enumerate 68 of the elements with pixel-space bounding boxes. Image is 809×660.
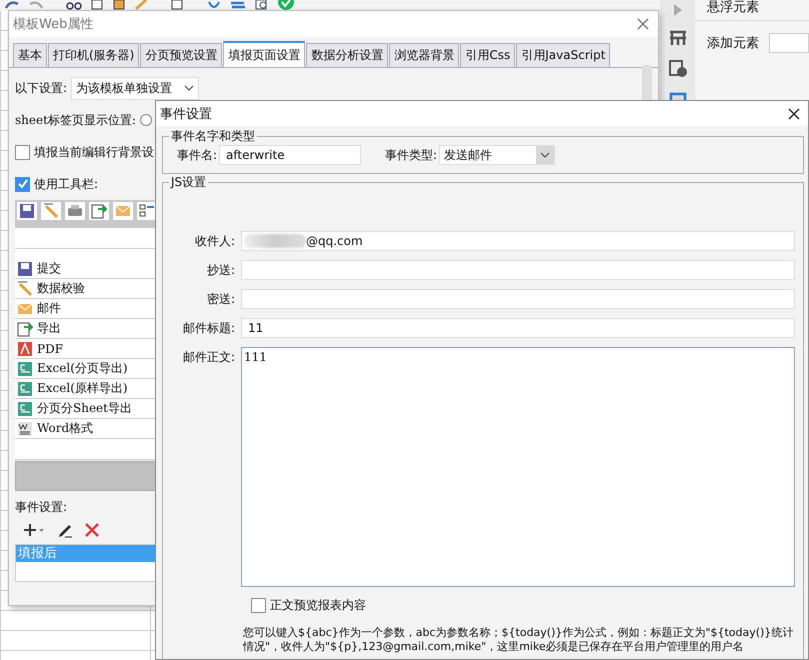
field-label: 以下设置: xyxy=(15,80,68,96)
chevron-icon xyxy=(184,85,194,91)
add-icon[interactable] xyxy=(23,523,45,537)
window-title: 模板Web属性 xyxy=(13,16,94,33)
layout-icon[interactable] xyxy=(668,30,686,46)
checkbox-label: 使用工具栏: xyxy=(34,176,98,192)
field-label: 密送: xyxy=(206,291,235,308)
list-item[interactable]: Word格式 xyxy=(37,420,94,437)
tab[interactable]: 浏览器背景 xyxy=(389,43,460,67)
group-title: 事件名字和类型 xyxy=(169,128,257,145)
field-label: 添加元素 xyxy=(707,35,759,52)
field-label: 邮件标题: xyxy=(182,320,235,337)
tab[interactable]: 数据分析设置 xyxy=(306,43,388,67)
field-label: 事件名: xyxy=(177,146,218,164)
list-item[interactable]: 导出 xyxy=(37,320,61,337)
input-field[interactable] xyxy=(241,289,795,309)
export-icon[interactable] xyxy=(89,202,109,220)
checkbox-label: 填报当前编辑行背景设 xyxy=(34,144,154,160)
pencil-icon[interactable] xyxy=(57,522,73,538)
checkbox[interactable] xyxy=(15,144,30,160)
list-item[interactable]: 分页分Sheet导出 xyxy=(37,400,132,417)
list-item[interactable]: PDF xyxy=(37,342,64,356)
field-label: 收件人: xyxy=(194,233,235,250)
list-item[interactable]: 邮件 xyxy=(37,300,61,317)
redaction-mask xyxy=(244,234,306,248)
pencil-icon[interactable] xyxy=(41,202,61,220)
window-title: 事件设置 xyxy=(160,106,212,122)
printer-icon[interactable] xyxy=(65,202,85,220)
undo-icon[interactable] xyxy=(4,0,20,10)
list-item[interactable]: 数据校验 xyxy=(37,280,85,297)
panel-title: 悬浮元素 xyxy=(695,0,809,21)
tab[interactable]: 打印机(服务器) xyxy=(48,43,140,67)
dropdown[interactable]: 发送邮件 xyxy=(439,145,556,165)
check-icon[interactable] xyxy=(278,0,294,10)
tab[interactable]: 填报页面设置 xyxy=(223,41,306,67)
field-label: 事件类型: xyxy=(385,146,438,164)
field-label: sheet标签页显示位置: xyxy=(15,112,136,128)
section-label: 事件设置: xyxy=(15,499,68,516)
chevron-icon xyxy=(540,152,550,158)
checkbox-label: 正文预览报表内容 xyxy=(270,597,366,614)
pencil-icon xyxy=(17,280,33,296)
tab[interactable]: 分页预览设置 xyxy=(140,43,222,67)
tab[interactable]: 引用JavaScript xyxy=(516,43,610,67)
input-field[interactable] xyxy=(241,260,795,280)
help-text: 您可以键入${abc}作为一个参数，abc为参数名称；${today()}作为公式，例如：标题正文为"${today()}统计情况"，收件人为"${p},123@gmail.com,mike"，这里mike必须是已保存在平台用户管理里的用户名 xyxy=(243,626,794,654)
input-field[interactable]: @qq.com xyxy=(241,231,795,251)
radio-button[interactable] xyxy=(140,114,152,126)
delete-icon[interactable] xyxy=(85,523,99,537)
checkbox[interactable] xyxy=(251,598,266,613)
text-area[interactable]: 111 xyxy=(241,347,795,587)
list-item[interactable]: Excel(分页导出) xyxy=(37,360,128,377)
group-title: JS设置 xyxy=(169,174,208,191)
input-field[interactable]: afterwrite xyxy=(219,145,362,165)
dropdown[interactable]: 为该模板单独设置 xyxy=(71,76,200,100)
close-icon[interactable] xyxy=(788,108,800,120)
field-label: 邮件正文: xyxy=(182,349,235,366)
field-label: 抄送: xyxy=(206,262,235,279)
input-field[interactable] xyxy=(769,33,809,53)
info-panel-icon[interactable] xyxy=(668,60,686,78)
list-item[interactable]: Excel(原样导出) xyxy=(37,380,128,397)
save-icon[interactable] xyxy=(17,202,37,220)
rows-icon[interactable] xyxy=(137,202,157,220)
input-field[interactable]: 11 xyxy=(241,318,795,338)
checkbox[interactable] xyxy=(15,176,30,192)
document-icon xyxy=(17,420,33,436)
tab[interactable]: 基本 xyxy=(13,43,47,67)
list-item[interactable]: 提交 xyxy=(37,260,61,277)
tab[interactable]: 引用Css xyxy=(460,43,516,67)
